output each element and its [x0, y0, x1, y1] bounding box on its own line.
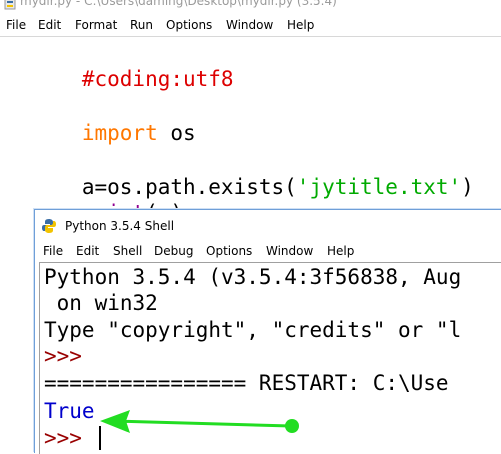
- editor-title: mydir.py - C:\Users\daming\Desktop\mydir…: [20, 0, 337, 8]
- code-module-name: os: [157, 121, 196, 145]
- editor-menu-bar: File Edit Format Run Options Window Help: [0, 14, 501, 37]
- shell-menu-bar: File Edit Shell Debug Options Window Hel…: [35, 240, 501, 262]
- shell-banner-line-3: Type "copyright", "credits" or "l: [44, 318, 462, 342]
- shell-banner-line-1: Python 3.5.4 (v3.5.4:3f56838, Aug: [44, 265, 462, 289]
- code-keyword-import: import: [81, 121, 158, 145]
- editor-menu-file[interactable]: File: [6, 18, 26, 32]
- editor-menu-run[interactable]: Run: [130, 18, 153, 32]
- editor-menu-options[interactable]: Options: [166, 18, 212, 32]
- python-shell-icon: [42, 219, 56, 233]
- shell-menu-window[interactable]: Window: [266, 244, 313, 258]
- shell-menu-help[interactable]: Help: [327, 244, 354, 258]
- shell-prompt-2: >>>: [44, 426, 95, 450]
- shell-prompt-1: >>>: [44, 344, 82, 368]
- shell-title: Python 3.5.4 Shell: [65, 219, 175, 233]
- code-string-literal: 'jytitle.txt': [296, 175, 462, 199]
- code-close-paren: ): [461, 175, 474, 199]
- shell-banner-line-2: on win32: [44, 291, 158, 315]
- code-comment: #coding:utf8: [81, 67, 234, 91]
- shell-menu-shell[interactable]: Shell: [113, 244, 142, 258]
- text-cursor: [99, 426, 101, 450]
- shell-menu-options[interactable]: Options: [206, 244, 252, 258]
- shell-title-bar[interactable]: Python 3.5.4 Shell: [35, 210, 501, 240]
- shell-restart-line: ================ RESTART: C:\Use: [44, 371, 449, 395]
- python-file-icon: [4, 0, 16, 10]
- editor-title-bar[interactable]: mydir.py - C:\Users\daming\Desktop\mydir…: [0, 0, 501, 14]
- shell-menu-debug[interactable]: Debug: [154, 244, 193, 258]
- shell-menu-edit[interactable]: Edit: [76, 244, 99, 258]
- shell-output-area[interactable]: Python 3.5.4 (v3.5.4:3f56838, Aug on win…: [39, 262, 501, 454]
- shell-menu-file[interactable]: File: [43, 244, 63, 258]
- editor-menu-edit[interactable]: Edit: [38, 18, 61, 32]
- editor-menu-format[interactable]: Format: [75, 18, 117, 32]
- shell-window: Python 3.5.4 Shell File Edit Shell Debug…: [34, 209, 501, 454]
- editor-menu-help[interactable]: Help: [287, 18, 314, 32]
- editor-menu-window[interactable]: Window: [226, 18, 273, 32]
- shell-result-true: True: [44, 399, 95, 423]
